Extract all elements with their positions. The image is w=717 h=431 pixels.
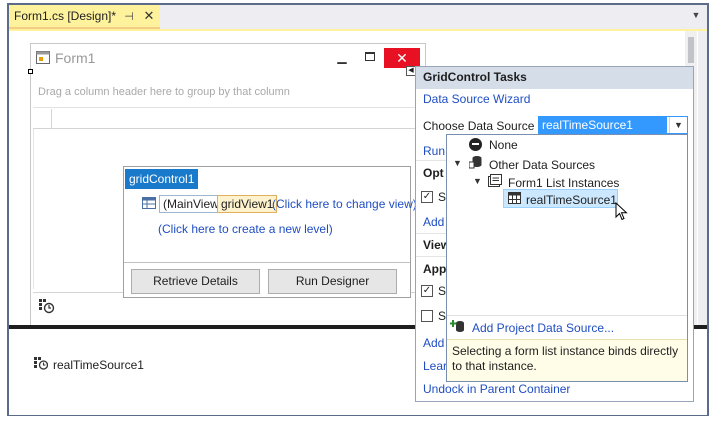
undock-link[interactable]: Undock in Parent Container bbox=[423, 382, 570, 396]
add-link-2[interactable]: Add bbox=[423, 336, 444, 350]
chevron-down-icon[interactable]: ▼ bbox=[669, 117, 687, 133]
database-icon bbox=[469, 156, 482, 169]
group-panel-text: Drag a column header here to group by th… bbox=[38, 86, 290, 98]
learn-link[interactable]: Lear bbox=[423, 359, 447, 373]
add-link[interactable]: Add bbox=[423, 215, 444, 229]
selection-handle[interactable] bbox=[28, 69, 33, 74]
form-icon bbox=[36, 51, 50, 64]
run-designer-button[interactable]: Run Designer bbox=[268, 269, 397, 294]
add-project-data-source-link[interactable]: Add Project Data Source... bbox=[472, 321, 614, 335]
grid-control-label[interactable]: gridControl1 bbox=[125, 169, 199, 189]
appearance-checkbox-label: S bbox=[438, 284, 447, 298]
tree-item-none[interactable]: None bbox=[489, 136, 518, 154]
level-divider bbox=[124, 262, 410, 263]
appearance-section-heading: App bbox=[423, 262, 447, 276]
tray-component-label[interactable]: realTimeSource1 bbox=[53, 358, 144, 372]
tab-close-icon[interactable]: ✕ bbox=[142, 9, 156, 23]
table-icon bbox=[508, 192, 521, 204]
option-checkbox-label: S bbox=[438, 190, 447, 204]
appearance-checkbox-2-label: S bbox=[438, 309, 447, 323]
tree-item-realtime-source[interactable]: realTimeSource1 bbox=[526, 191, 617, 209]
tasks-separator bbox=[416, 233, 446, 234]
form-close-button[interactable]: ✕ bbox=[384, 48, 420, 68]
tasks-panel-title: GridControl Tasks bbox=[423, 70, 527, 84]
option-checkbox[interactable]: ✓ bbox=[421, 191, 433, 203]
change-view-link[interactable]: (Click here to change view) bbox=[272, 197, 417, 211]
grid-view-icon bbox=[142, 197, 156, 209]
grid-row-indicator-column bbox=[33, 129, 34, 289]
pin-icon[interactable]: ⊣ bbox=[122, 10, 136, 24]
document-tab-title: Form1.cs [Design]* bbox=[14, 9, 117, 23]
tree-item-other-data-sources[interactable]: Other Data Sources bbox=[489, 156, 595, 174]
tab-menu-chevron-icon[interactable]: ▼ bbox=[690, 10, 702, 22]
data-source-combo-value[interactable]: realTimeSource1 bbox=[539, 117, 667, 133]
none-icon bbox=[469, 138, 482, 151]
appearance-checkbox-2[interactable] bbox=[421, 310, 433, 322]
ide-window: Form1.cs [Design]* ⊣ ✕ ▼ Form1 ▁ ✕ Drag … bbox=[0, 0, 717, 431]
grid-view-chip[interactable]: gridView1 bbox=[217, 195, 278, 213]
designer-scrollbar-thumb[interactable] bbox=[688, 37, 694, 63]
form-list-icon bbox=[488, 174, 502, 187]
form-title: Form1 bbox=[55, 50, 96, 66]
minimize-icon[interactable]: ▁ bbox=[333, 50, 351, 64]
tasks-separator bbox=[416, 160, 446, 161]
options-section-heading: Opt bbox=[423, 166, 444, 180]
retrieve-details-button[interactable]: Retrieve Details bbox=[131, 269, 260, 294]
grid-embedded-navigator-icon[interactable] bbox=[38, 298, 56, 314]
row-indicator-divider bbox=[51, 109, 52, 129]
data-source-wizard-link[interactable]: Data Source Wizard bbox=[423, 92, 530, 106]
dropdown-scrollbar[interactable] bbox=[679, 136, 686, 314]
maximize-icon[interactable] bbox=[362, 50, 378, 64]
create-level-link[interactable]: (Click here to create a new level) bbox=[158, 222, 333, 236]
choose-data-source-label: Choose Data Source bbox=[423, 119, 535, 133]
tasks-separator bbox=[416, 256, 446, 257]
mouse-cursor-icon bbox=[615, 202, 628, 221]
run-designer-link[interactable]: Run bbox=[423, 144, 445, 158]
expand-chevron-icon[interactable]: ▼ bbox=[473, 176, 482, 186]
dropdown-separator bbox=[447, 315, 687, 316]
dropdown-hint: Selecting a form list instance binds dir… bbox=[447, 339, 687, 381]
document-tab[interactable]: Form1.cs [Design]* bbox=[9, 5, 160, 29]
expand-chevron-icon[interactable]: ▼ bbox=[453, 158, 462, 168]
add-data-source-icon bbox=[450, 320, 464, 332]
column-header-row[interactable] bbox=[33, 109, 418, 129]
appearance-checkbox[interactable]: ✓ bbox=[421, 285, 433, 297]
realtime-source-icon[interactable] bbox=[34, 356, 48, 370]
